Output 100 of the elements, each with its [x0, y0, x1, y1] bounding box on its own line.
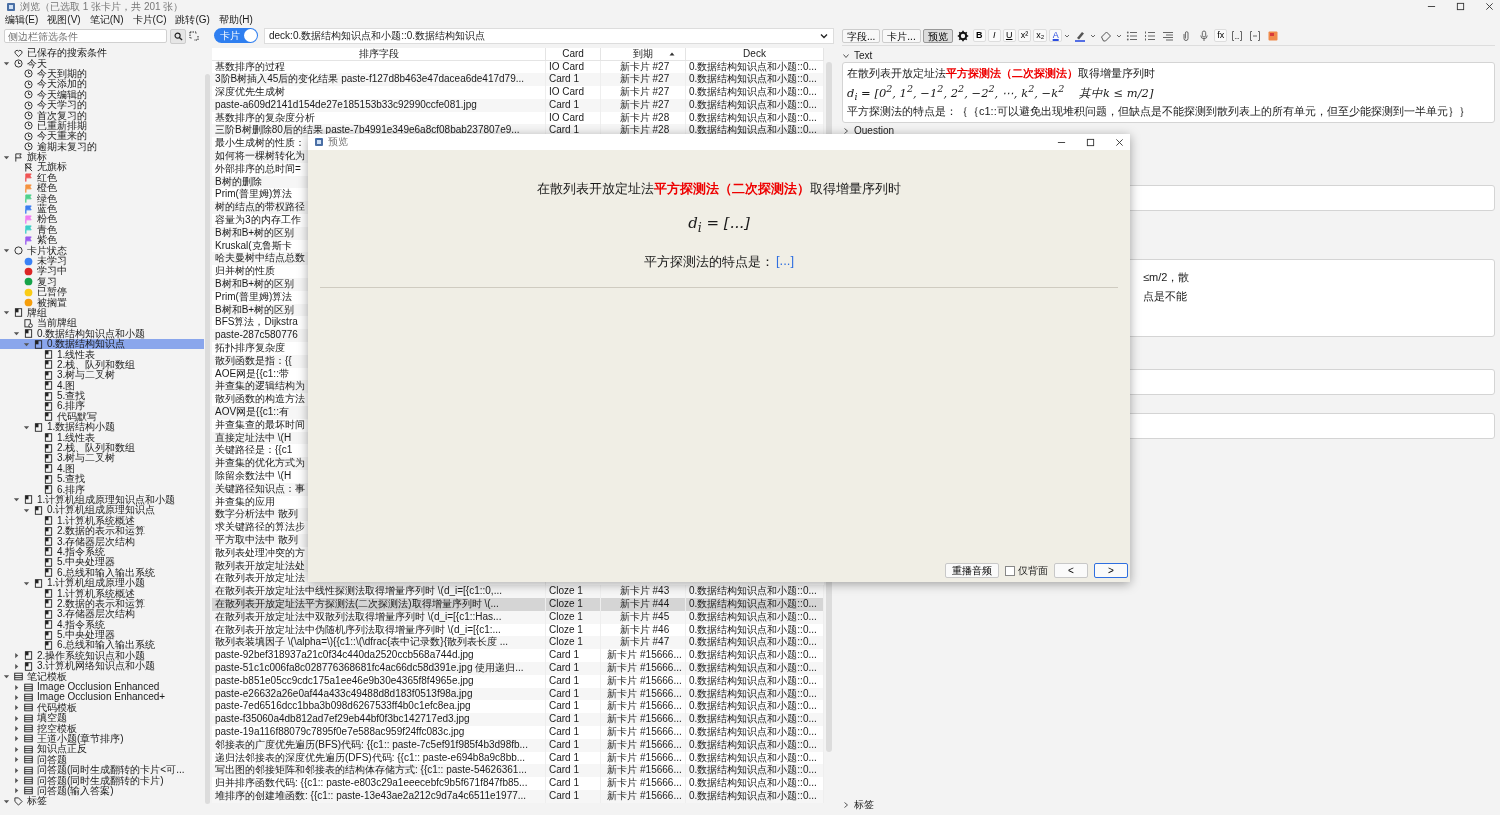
sort-arrow-icon[interactable]	[669, 51, 675, 57]
caret-icon[interactable]	[3, 60, 10, 68]
sidebar-item[interactable]: 6.总线和输入输出系统	[0, 640, 204, 651]
sidebar-item[interactable]: 1.线性表	[0, 349, 204, 360]
table-row[interactable]: 写出图的邻接矩阵和邻接表的结构体存储方式: {{c1:: paste-54626361... Card 1 新卡片 #15666... 0.数据结构知识点和小题::0...	[212, 764, 824, 778]
sidebar-item[interactable]: 2.栈、队列和数组	[0, 442, 204, 454]
caret-icon[interactable]	[13, 766, 20, 774]
cloze-bracket-icon[interactable]	[1231, 29, 1244, 42]
sidebar-item[interactable]: 逾期未复习的	[0, 141, 204, 152]
caret-icon[interactable]	[13, 662, 20, 670]
sidebar-item[interactable]: 今天学习的	[0, 99, 204, 111]
scrollbar[interactable]	[205, 74, 210, 804]
sidebar-item[interactable]: 1.计算机系统概述	[0, 515, 204, 526]
caret-icon[interactable]	[13, 787, 20, 795]
column-header[interactable]: Card	[546, 48, 601, 60]
dropdown-caret-icon[interactable]	[1064, 32, 1071, 39]
sidebar-item[interactable]: Image Occlusion Enhanced	[0, 681, 204, 693]
caret-icon[interactable]	[23, 579, 30, 587]
sidebar-item[interactable]: 5.查找	[0, 390, 204, 402]
sidebar-item[interactable]: Image Occlusion Enhanced+	[0, 692, 204, 703]
menu-item[interactable]: 卡片(C)	[132, 13, 167, 26]
sidebar-item[interactable]: 今天添加的	[0, 79, 204, 90]
image-occlusion-icon[interactable]	[1267, 29, 1280, 42]
caret-icon[interactable]	[23, 340, 30, 348]
sidebar-item[interactable]: 粉色	[0, 214, 204, 225]
sidebar-item[interactable]: 问答题	[0, 754, 204, 765]
chevron-icon[interactable]	[842, 51, 850, 60]
search-field[interactable]: deck:0.数据结构知识点和小题::0.数据结构知识点	[264, 27, 834, 44]
caret-icon[interactable]	[3, 309, 10, 317]
dropdown-caret-icon[interactable]	[1116, 32, 1123, 39]
sidebar-item[interactable]: 卡片状态	[0, 245, 204, 256]
sidebar-item[interactable]: 代码模板	[0, 702, 204, 713]
table-row[interactable]: 归并排序函数代码: {{c1:: paste-e803c29a1eeecebfc9b5f671f847fb85... Card 1 新卡片 #15666... 0.数据结构知识点和小题::0...	[212, 777, 824, 790]
column-header[interactable]: 排序字段	[212, 48, 546, 60]
table-row[interactable]: 深度优先生成树 IO Card 新卡片 #27 0.数据结构知识点和小题::0...	[212, 86, 824, 99]
search-button[interactable]	[170, 28, 186, 44]
caret-icon[interactable]	[13, 745, 20, 753]
sidebar-item[interactable]: 今天	[0, 58, 204, 69]
sidebar-item[interactable]: 3.树与二叉树	[0, 453, 204, 464]
sidebar-item[interactable]: 旗标	[0, 151, 204, 163]
sidebar-item[interactable]: 问答题(同时生成翻转的卡片)	[0, 775, 204, 786]
caret-icon[interactable]	[13, 756, 20, 764]
subscript-button[interactable]: x₂	[1033, 29, 1048, 42]
menu-item[interactable]: 帮助(H)	[218, 13, 253, 26]
dialog-button[interactable]: >	[1094, 563, 1128, 578]
sidebar-item[interactable]: 无旗标	[0, 162, 204, 173]
sidebar-item[interactable]: 标签	[0, 796, 204, 807]
text-field[interactable]: 在散列表开放定址法平方探测法（二次探测法）取得增量序列时 d$_{i}$ = [0$^{2}$, 1$^{2}$, −1$^{2}$, 2$^{2}$, −2$^{2}$, ⋯, k$^{2}$, −k$^{2}$ 其中k ≤ m/2] 平方探测法的特点是：｛｛c1::可以避免出现堆积问题，但缺点是不能探测到散列表上的所有单元，但至少能探测到一半单元｝｝	[842, 62, 1495, 124]
sidebar-item[interactable]: 2.数据的表示和运算	[0, 525, 204, 537]
sidebar-item[interactable]: 填空题	[0, 713, 204, 724]
maximize-icon[interactable]	[1086, 137, 1095, 147]
dropdown-caret-icon[interactable]	[1090, 32, 1097, 39]
caret-icon[interactable]	[3, 673, 10, 681]
caret-icon[interactable]	[13, 714, 20, 722]
sidebar-item[interactable]: 0.计算机组成原理知识点	[0, 505, 204, 516]
caret-icon[interactable]	[23, 423, 30, 431]
sidebar-item[interactable]: 问答题(输入答案)	[0, 785, 204, 797]
cloze-bracket-icon[interactable]	[1249, 29, 1262, 42]
sidebar-item[interactable]: 1.线性表	[0, 432, 204, 443]
caret-icon[interactable]	[23, 506, 30, 514]
eraser-icon[interactable]	[1100, 29, 1113, 42]
superscript-button[interactable]: x²	[1017, 29, 1032, 42]
menu-item[interactable]: 跳转(G)	[175, 13, 210, 26]
sidebar-item[interactable]: 1.计算机组成原理知识点和小题	[0, 494, 204, 506]
mode-toggle[interactable]: 卡片	[214, 28, 258, 43]
sidebar-item[interactable]: 已暂停	[0, 287, 204, 298]
caret-icon[interactable]	[3, 797, 10, 805]
caret-icon[interactable]	[13, 693, 20, 701]
sidebar-item[interactable]: 复习	[0, 276, 204, 287]
bold-button[interactable]: B	[972, 29, 986, 42]
table-row[interactable]: 3阶B树插入45后的变化结果 paste-f127d8b463e47dacea6de417d79... Card 1 新卡片 #27 0.数据结构知识点和小题::0...	[212, 73, 824, 87]
sidebar-item[interactable]: 3.存储器层次结构	[0, 609, 204, 620]
microphone-icon[interactable]	[1198, 29, 1211, 42]
caret-icon[interactable]	[13, 330, 20, 338]
sidebar-item[interactable]: 被搁置	[0, 297, 204, 308]
sidebar-item[interactable]: 问答题(同时生成翻转的卡片<可...	[0, 764, 204, 776]
sidebar-item[interactable]: 今天重来的	[0, 131, 204, 142]
sidebar-item[interactable]: 4.指令系统	[0, 619, 204, 630]
editor-button[interactable]: 字段...	[842, 28, 881, 43]
sidebar-item[interactable]: 笔记模板	[0, 671, 204, 682]
dialog-button[interactable]: <	[1054, 563, 1088, 578]
sidebar-item[interactable]: 橙色	[0, 183, 204, 194]
table-row[interactable]: 散列表装填因子 \(\alpha=\){{c1::\(\dfrac{表中记录数}{散列表长度 ... Cloze 1 新卡片 #47 0.数据结构知识点和小题::0...	[212, 636, 824, 650]
sidebar-item[interactable]: 3.计算机网络知识点和小题	[0, 661, 204, 672]
menu-item[interactable]: 编辑(E)	[5, 13, 39, 26]
sidebar-item[interactable]: 今天编辑的	[0, 89, 204, 100]
column-header[interactable]: Deck	[686, 48, 824, 60]
sidebar-item[interactable]: 6.排序	[0, 401, 204, 412]
sidebar-item[interactable]: 知识点正反	[0, 744, 204, 755]
sidebar-item[interactable]: 学习中	[0, 266, 204, 277]
sidebar-item[interactable]: 5.中央处理器	[0, 557, 204, 568]
sidebar-item[interactable]: 2.栈、队列和数组	[0, 359, 204, 371]
highlighter-icon[interactable]	[1074, 29, 1087, 42]
menu-item[interactable]: 笔记(N)	[89, 13, 124, 26]
menu-item[interactable]: 视图(V)	[47, 13, 81, 26]
sidebar-item[interactable]: 2.数据的表示和运算	[0, 598, 204, 610]
table-row[interactable]: paste-7ed6516dcc1bba3b098d6267533ff4b0c1efc8ea.jpg Card 1 新卡片 #15666... 0.数据结构知识点和小题::0...	[212, 700, 824, 714]
sidebar-item[interactable]: 1.数据结构小题	[0, 422, 204, 433]
sidebar-item[interactable]: 3.树与二叉树	[0, 370, 204, 381]
sidebar-item[interactable]: 6.总线和输入输出系统	[0, 567, 204, 578]
